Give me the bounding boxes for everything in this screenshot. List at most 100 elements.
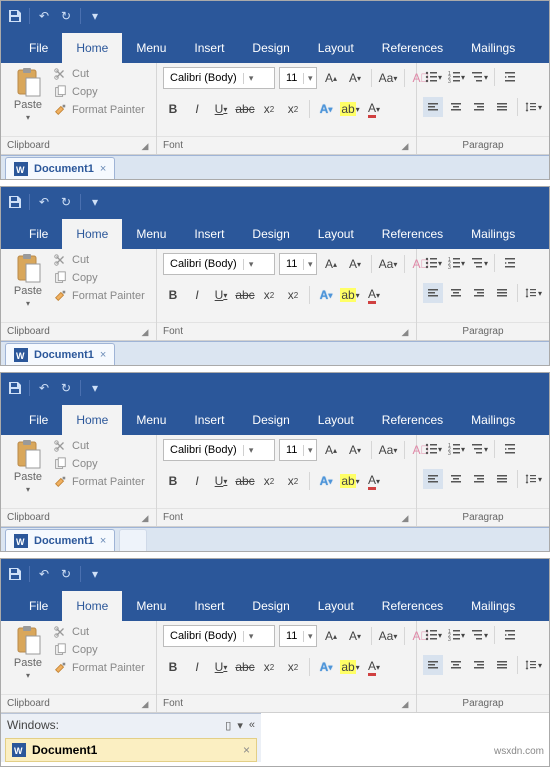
subscript-button[interactable]: x2 (259, 657, 279, 677)
underline-button[interactable]: U▾ (211, 285, 231, 305)
text-effects-button[interactable]: A▾ (316, 471, 336, 491)
bullets-button[interactable]: ▾ (423, 253, 443, 273)
shrink-font-button[interactable]: A▾ (345, 440, 365, 460)
dialog-launcher-icon[interactable]: ◢ (400, 513, 410, 523)
change-case-button[interactable]: Aa▾ (378, 626, 398, 646)
tab-menu[interactable]: Menu (122, 591, 180, 621)
document-tab[interactable]: W Document1 × (5, 343, 115, 365)
close-icon[interactable]: × (243, 743, 250, 757)
underline-button[interactable]: U▾ (211, 99, 231, 119)
tab-home[interactable]: Home (62, 33, 122, 63)
copy-button[interactable]: Copy (53, 643, 145, 657)
strikethrough-button[interactable]: abc (235, 471, 255, 491)
align-right-button[interactable] (469, 469, 489, 489)
grow-font-button[interactable]: A▴ (321, 440, 341, 460)
tab-file[interactable]: File (15, 219, 62, 249)
new-window-icon[interactable]: ▯ (225, 719, 231, 732)
redo-icon[interactable]: ↻ (58, 194, 74, 210)
tab-home[interactable]: Home (62, 405, 122, 435)
numbering-button[interactable]: 123▾ (446, 625, 466, 645)
strikethrough-button[interactable]: abc (235, 285, 255, 305)
text-effects-button[interactable]: A▾ (316, 657, 336, 677)
decrease-indent-button[interactable] (500, 625, 520, 645)
font-color-button[interactable]: A▾ (364, 285, 384, 305)
subscript-button[interactable]: x2 (259, 99, 279, 119)
cut-button[interactable]: Cut (53, 439, 145, 453)
tab-home[interactable]: Home (62, 219, 122, 249)
windows-panel-item[interactable]: WDocument1× (5, 738, 257, 762)
cut-button[interactable]: Cut (53, 67, 145, 81)
customize-qat-icon[interactable]: ▾ (87, 194, 103, 210)
highlight-button[interactable]: ab▾ (340, 285, 360, 305)
document-tab[interactable]: W Document1 × (5, 529, 115, 551)
tab-layout[interactable]: Layout (304, 33, 368, 63)
tab-home[interactable]: Home (62, 591, 122, 621)
superscript-button[interactable]: x2 (283, 471, 303, 491)
shrink-font-button[interactable]: A▾ (345, 68, 365, 88)
text-effects-button[interactable]: A▾ (316, 285, 336, 305)
dialog-launcher-icon[interactable]: ◢ (140, 513, 150, 523)
document-tab[interactable]: W Document1 × (5, 157, 115, 179)
decrease-indent-button[interactable] (500, 253, 520, 273)
undo-icon[interactable]: ↶ (36, 566, 52, 582)
redo-icon[interactable]: ↻ (58, 380, 74, 396)
text-effects-button[interactable]: A▾ (316, 99, 336, 119)
close-icon[interactable]: × (100, 349, 106, 361)
dialog-launcher-icon[interactable]: ◢ (140, 699, 150, 709)
align-left-button[interactable] (423, 97, 443, 117)
font-name-combo[interactable]: Calibri (Body)▾ (163, 67, 275, 89)
format-painter-button[interactable]: Format Painter (53, 289, 145, 303)
bullets-button[interactable]: ▾ (423, 439, 443, 459)
multilevel-list-button[interactable]: ▾ (469, 253, 489, 273)
tab-references[interactable]: References (368, 405, 457, 435)
align-left-button[interactable] (423, 655, 443, 675)
justify-button[interactable] (492, 283, 512, 303)
font-size-combo[interactable]: 11▾ (279, 67, 317, 89)
tab-insert[interactable]: Insert (180, 405, 238, 435)
format-painter-button[interactable]: Format Painter (53, 475, 145, 489)
italic-button[interactable]: I (187, 657, 207, 677)
close-icon[interactable]: × (100, 535, 106, 547)
tab-layout[interactable]: Layout (304, 405, 368, 435)
align-left-button[interactable] (423, 469, 443, 489)
line-spacing-button[interactable]: ▾ (523, 469, 543, 489)
font-color-button[interactable]: A▾ (364, 471, 384, 491)
paste-button[interactable]: Paste ▾ (7, 439, 49, 494)
grow-font-button[interactable]: A▴ (321, 254, 341, 274)
tab-insert[interactable]: Insert (180, 591, 238, 621)
font-size-combo[interactable]: 11▾ (279, 625, 317, 647)
cut-button[interactable]: Cut (53, 253, 145, 267)
highlight-button[interactable]: ab▾ (340, 657, 360, 677)
change-case-button[interactable]: Aa▾ (378, 440, 398, 460)
paste-button[interactable]: Paste ▾ (7, 67, 49, 122)
underline-button[interactable]: U▾ (211, 471, 231, 491)
bold-button[interactable]: B (163, 99, 183, 119)
tab-design[interactable]: Design (238, 405, 303, 435)
justify-button[interactable] (492, 97, 512, 117)
dialog-launcher-icon[interactable]: ◢ (400, 141, 410, 151)
tab-insert[interactable]: Insert (180, 219, 238, 249)
customize-qat-icon[interactable]: ▾ (87, 380, 103, 396)
subscript-button[interactable]: x2 (259, 285, 279, 305)
font-name-combo[interactable]: Calibri (Body)▾ (163, 625, 275, 647)
bold-button[interactable]: B (163, 657, 183, 677)
multilevel-list-button[interactable]: ▾ (469, 625, 489, 645)
strikethrough-button[interactable]: abc (235, 657, 255, 677)
font-name-combo[interactable]: Calibri (Body)▾ (163, 253, 275, 275)
font-name-combo[interactable]: Calibri (Body)▾ (163, 439, 275, 461)
grow-font-button[interactable]: A▴ (321, 68, 341, 88)
multilevel-list-button[interactable]: ▾ (469, 439, 489, 459)
bullets-button[interactable]: ▾ (423, 625, 443, 645)
paste-button[interactable]: Paste ▾ (7, 625, 49, 680)
align-right-button[interactable] (469, 655, 489, 675)
numbering-button[interactable]: 123▾ (446, 67, 466, 87)
highlight-button[interactable]: ab▾ (340, 99, 360, 119)
font-size-combo[interactable]: 11▾ (279, 439, 317, 461)
align-right-button[interactable] (469, 283, 489, 303)
align-center-button[interactable] (446, 97, 466, 117)
save-icon[interactable] (7, 566, 23, 582)
change-case-button[interactable]: Aa▾ (378, 68, 398, 88)
tab-menu[interactable]: Menu (122, 33, 180, 63)
numbering-button[interactable]: 123▾ (446, 253, 466, 273)
tab-layout[interactable]: Layout (304, 219, 368, 249)
